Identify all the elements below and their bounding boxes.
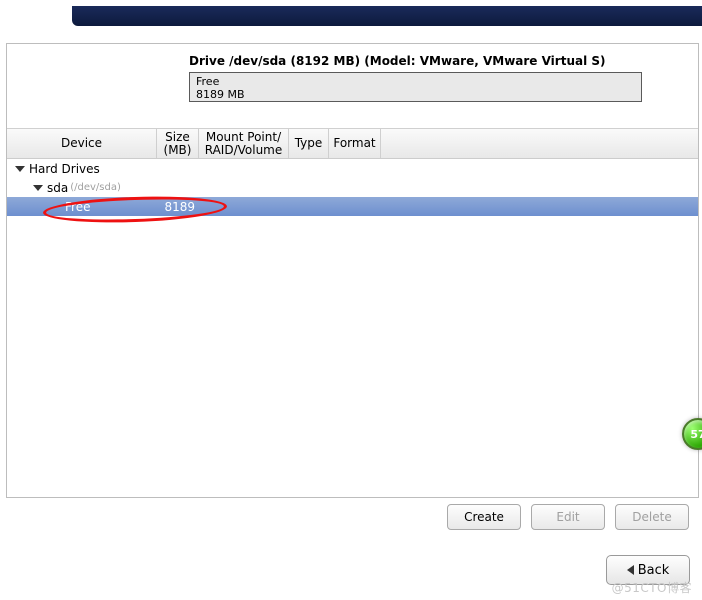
- row-sda[interactable]: sda (/dev/sda): [7, 178, 698, 197]
- expander-icon[interactable]: [33, 185, 43, 191]
- arrow-left-icon: [627, 565, 634, 575]
- table-body: Hard Drives sda (/dev/sda) Free 8189: [7, 159, 698, 216]
- col-size[interactable]: Size (MB): [157, 129, 199, 158]
- col-type[interactable]: Type: [289, 129, 329, 158]
- free-label: Free: [7, 200, 157, 214]
- col-device[interactable]: Device: [7, 129, 157, 158]
- drive-bar-free-label: Free: [196, 75, 635, 88]
- back-label: Back: [638, 563, 670, 578]
- action-buttons: Create Edit Delete: [6, 504, 699, 530]
- header-band: [72, 6, 702, 26]
- row-free-selected[interactable]: Free 8189: [7, 197, 698, 216]
- label-hard-drives: Hard Drives: [29, 162, 100, 176]
- table-header: Device Size (MB) Mount Point/ RAID/Volum…: [7, 129, 698, 159]
- edit-button: Edit: [531, 504, 605, 530]
- col-mount[interactable]: Mount Point/ RAID/Volume: [199, 129, 289, 158]
- row-hard-drives[interactable]: Hard Drives: [7, 159, 698, 178]
- partition-panel: Drive /dev/sda (8192 MB) (Model: VMware,…: [6, 43, 699, 498]
- partition-table: Device Size (MB) Mount Point/ RAID/Volum…: [7, 128, 698, 216]
- watermark: @51CTO博客: [612, 579, 692, 596]
- delete-button: Delete: [615, 504, 689, 530]
- drive-bar-free-size: 8189 MB: [196, 88, 635, 101]
- col-format[interactable]: Format: [329, 129, 381, 158]
- drive-title: Drive /dev/sda (8192 MB) (Model: VMware,…: [7, 44, 698, 72]
- expander-icon[interactable]: [15, 166, 25, 172]
- badge-number: 57: [690, 428, 702, 441]
- label-sda-path: (/dev/sda): [70, 182, 121, 193]
- label-sda: sda: [47, 181, 68, 195]
- create-button[interactable]: Create: [447, 504, 521, 530]
- free-size: 8189: [157, 200, 199, 214]
- drive-usage-bar[interactable]: Free 8189 MB: [189, 72, 642, 102]
